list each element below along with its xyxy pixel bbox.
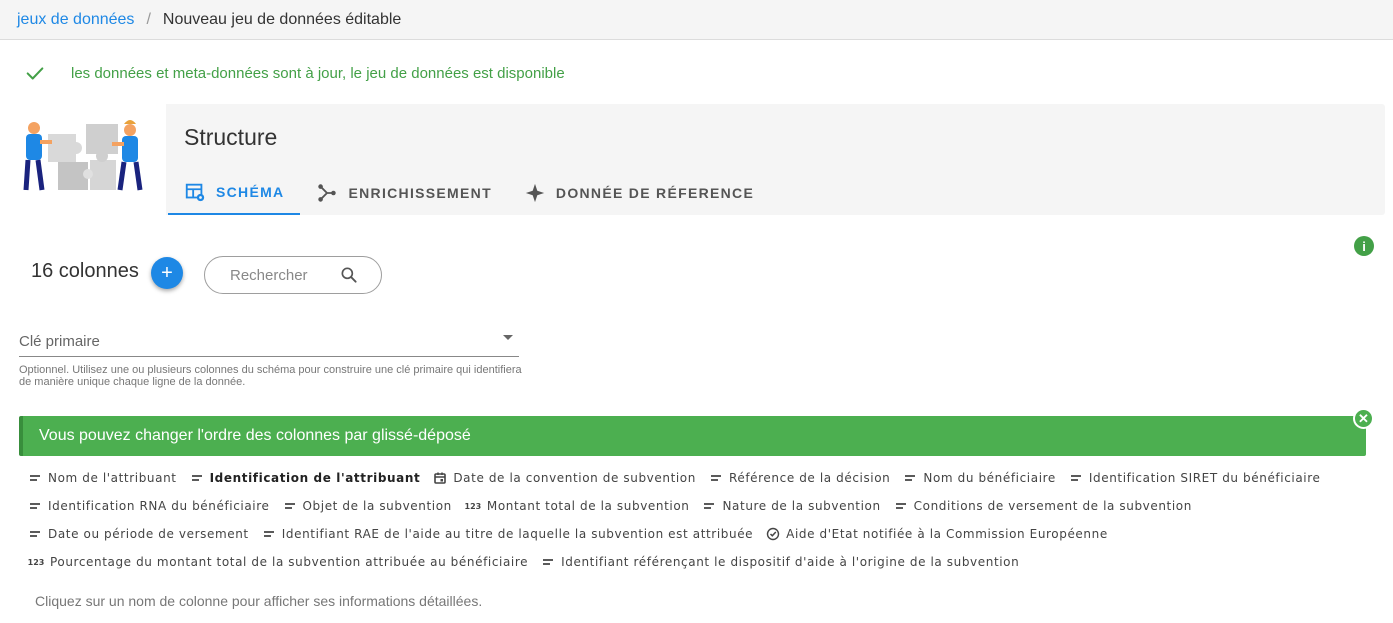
tab-donnee-reference-label: DONNÉE DE RÉFERENCE [555, 184, 755, 201]
column-chip-label: Identifiant RAE de l'aide au titre de la… [281, 527, 754, 541]
column-chip[interactable]: 123 Pourcentage du montant total de la su… [24, 548, 535, 576]
column-chip[interactable]: Nom du bénéficiaire [899, 464, 1062, 492]
text-icon [702, 499, 716, 513]
column-chip[interactable]: Identifiant référençant le dispositif d'… [537, 548, 1026, 576]
tab-enrichissement[interactable]: ENRICHISSEMENT [300, 170, 507, 215]
search-field [204, 256, 382, 294]
star-four-points-icon [525, 183, 545, 202]
tab-donnee-reference[interactable]: DONNÉE DE RÉFERENCE [508, 170, 770, 215]
column-chip[interactable]: Date de la convention de subvention [429, 464, 703, 492]
column-chip-label: Identification RNA du bénéficiaire [48, 499, 270, 513]
column-chip[interactable]: Identifiant RAE de l'aide au titre de la… [258, 520, 760, 548]
puzzle-illustration [8, 104, 166, 215]
breadcrumb: jeux de données / Nouveau jeu de données… [0, 0, 1393, 40]
footer-hint: Cliquez sur un nom de colonne pour affic… [35, 593, 483, 609]
text-icon [894, 499, 908, 513]
info-icon[interactable]: i [1354, 236, 1374, 256]
numeric-icon: 123 [464, 501, 482, 511]
text-icon [28, 471, 42, 485]
text-icon [28, 499, 42, 513]
text-icon [1069, 471, 1083, 485]
alert-text: Vous pouvez changer l'ordre des colonnes… [39, 427, 471, 444]
text-icon [190, 471, 204, 485]
text-icon [283, 499, 297, 513]
status-text: les données et meta-données sont à jour,… [71, 64, 565, 82]
chevron-down-icon [503, 335, 513, 340]
structure-tabs: SCHÉMA ENRICHISSEMENT DONNÉE DE RÉFERENC… [168, 170, 770, 215]
column-chip-label: Référence de la décision [728, 471, 891, 485]
numeric-icon: 123 [27, 557, 45, 567]
tab-schema[interactable]: SCHÉMA [168, 170, 301, 215]
columns-list: Nom de l'attribuant Identification de l'a… [24, 464, 1354, 576]
column-chip[interactable]: Identification RNA du bénéficiaire [24, 492, 277, 520]
tab-enrichissement-label: ENRICHISSEMENT [348, 184, 492, 201]
column-chip[interactable]: 123 Montant total de la subvention [461, 492, 697, 520]
column-chip-label: Date ou période de versement [48, 527, 249, 541]
breadcrumb-separator: / [146, 10, 151, 28]
primary-key-label: Clé primaire [19, 332, 100, 350]
breadcrumb-current: Nouveau jeu de données éditable [162, 10, 402, 28]
check-icon [26, 67, 44, 80]
primary-key-select[interactable]: Clé primaire [19, 326, 519, 357]
column-chip[interactable]: Identification de l'attribuant [186, 464, 428, 492]
merge-icon [318, 183, 337, 202]
column-chip-label: Montant total de la subvention [486, 499, 690, 513]
text-icon [28, 527, 42, 541]
column-chip[interactable]: Nom de l'attribuant [24, 464, 184, 492]
add-column-button[interactable]: + [151, 257, 183, 289]
text-icon [262, 527, 276, 541]
column-chip[interactable]: Référence de la décision [705, 464, 897, 492]
search-input[interactable] [228, 265, 337, 285]
page-title: Structure [184, 124, 278, 150]
calendar-icon [433, 471, 447, 485]
tab-schema-label: SCHÉMA [216, 183, 285, 200]
breadcrumb-link-datasets[interactable]: jeux de données [17, 11, 134, 29]
column-chip-label: Identification de l'attribuant [209, 471, 421, 485]
column-chip-label: Conditions de versement de la subvention [913, 499, 1192, 513]
column-chip-label: Pourcentage du montant total de la subve… [50, 555, 529, 569]
column-chip[interactable]: Aide d'Etat notifiée à la Commission Eur… [762, 520, 1115, 548]
column-chip[interactable]: Conditions de versement de la subvention [890, 492, 1199, 520]
column-chip-label: Date de la convention de subvention [453, 471, 696, 485]
column-chip[interactable]: Identification SIRET du bénéficiaire [1065, 464, 1328, 492]
text-icon [541, 555, 555, 569]
text-icon [903, 471, 917, 485]
structure-card: Structure SCHÉMA ENRICHISSEMENT DONNÉE D… [8, 104, 1385, 215]
text-icon [709, 471, 723, 485]
check-circle-icon [766, 527, 780, 541]
primary-key-hint: Optionnel. Utilisez une ou plusieurs col… [19, 364, 522, 388]
column-chip-label: Aide d'Etat notifiée à la Commission Eur… [786, 527, 1108, 541]
column-chip-label: Nature de la subvention [722, 499, 881, 513]
search-icon[interactable] [339, 265, 359, 285]
column-chip-label: Objet de la subvention [302, 499, 452, 513]
table-cog-icon [185, 183, 205, 201]
column-chip[interactable]: Date ou période de versement [24, 520, 256, 548]
column-chip-label: Nom du bénéficiaire [923, 471, 1056, 485]
close-icon[interactable]: ✕ [1353, 408, 1374, 429]
column-chip[interactable]: Nature de la subvention [698, 492, 887, 520]
columns-count: 16 colonnes [31, 260, 139, 282]
column-chip-label: Identifiant référençant le dispositif d'… [561, 555, 1020, 569]
reorder-alert: Vous pouvez changer l'ordre des colonnes… [19, 416, 1366, 456]
column-chip-label: Nom de l'attribuant [48, 471, 177, 485]
column-chip-label: Identification SIRET du bénéficiaire [1088, 471, 1321, 485]
dataset-status: les données et meta-données sont à jour,… [24, 60, 565, 86]
column-chip[interactable]: Objet de la subvention [279, 492, 459, 520]
